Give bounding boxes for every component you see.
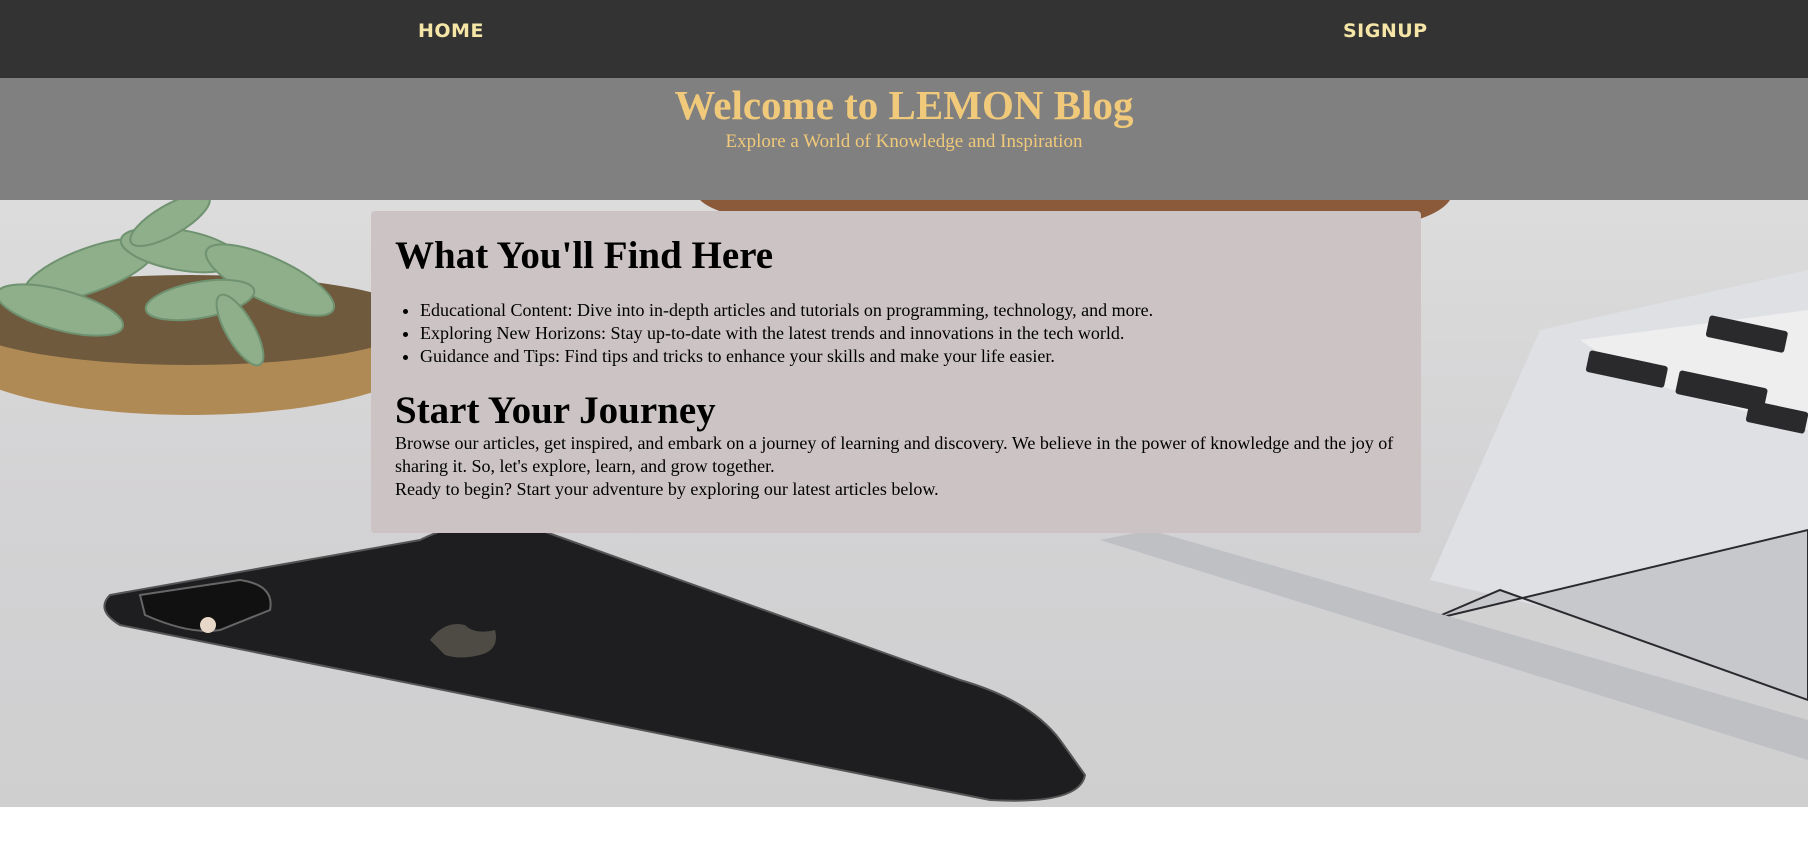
page-subtitle: Explore a World of Knowledge and Inspira… [725,131,1083,152]
intro-card: What You'll Find Here Educational Conten… [371,211,1421,533]
feature-item-guidance: Guidance and Tips: Find tips and tricks … [420,345,1397,368]
page-title: Welcome to LEMON Blog [674,82,1134,128]
feature-list: Educational Content: Dive into in-depth … [420,299,1397,368]
journey-paragraph: Browse our articles, get inspired, and e… [395,433,1394,476]
phone-shape [103,521,1087,802]
feature-item-educational: Educational Content: Dive into in-depth … [420,299,1397,322]
find-heading: What You'll Find Here [395,234,774,277]
phone-flash-shape [200,617,216,633]
nav-home-link[interactable]: HOME [418,20,484,42]
page-header: Welcome to LEMON Blog Explore a World of… [0,78,1808,200]
feature-item-horizons: Exploring New Horizons: Stay up-to-date … [420,322,1397,345]
nav-signup-link[interactable]: SIGNUP [1343,20,1428,42]
journey-cta-text: Ready to begin? Start your adventure by … [395,479,939,499]
journey-heading: Start Your Journey [395,389,716,432]
top-navbar: HOME SIGNUP [0,0,1808,78]
